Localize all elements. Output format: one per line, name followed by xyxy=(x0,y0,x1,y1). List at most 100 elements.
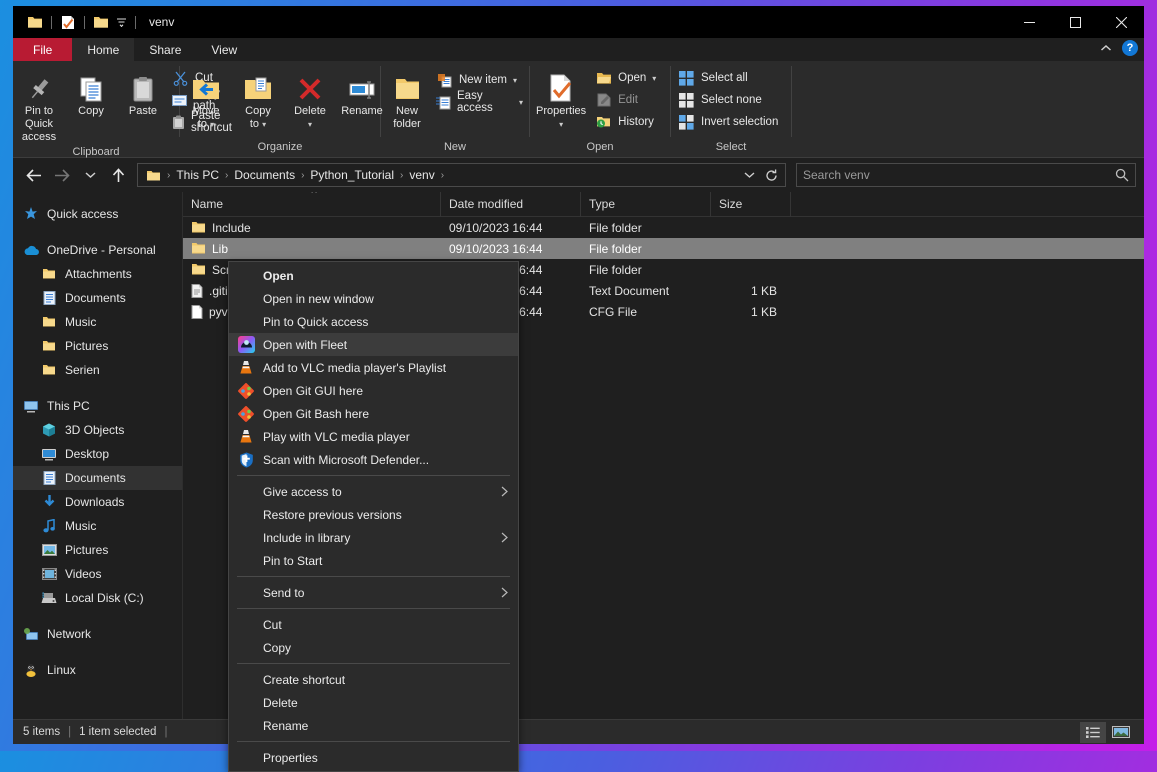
tab-home[interactable]: Home xyxy=(72,38,135,61)
details-view-icon[interactable] xyxy=(1080,721,1106,743)
tab-share[interactable]: Share xyxy=(134,38,196,61)
column-header-name[interactable]: Name xyxy=(183,192,441,217)
context-menu-item-pin-to-start[interactable]: Pin to Start xyxy=(229,549,518,572)
pin-to-quick-access-button[interactable]: Pin to Quick access xyxy=(13,66,65,146)
status-bar: 5 items | 1 item selected | xyxy=(13,719,1144,744)
copy-button[interactable]: Copy xyxy=(65,66,117,120)
sidebar-item-onedrive-pictures[interactable]: Pictures xyxy=(13,334,182,358)
back-arrow-icon[interactable] xyxy=(21,162,47,188)
sidebar-item-onedrive-music[interactable]: Music xyxy=(13,310,182,334)
sidebar-item-desktop[interactable]: Desktop xyxy=(13,442,182,466)
recent-locations-icon[interactable] xyxy=(77,162,103,188)
large-icons-view-icon[interactable] xyxy=(1108,722,1134,743)
context-menu-item-rename[interactable]: Rename xyxy=(229,714,518,737)
caret-down-icon[interactable]: ▾ xyxy=(308,118,312,131)
open-button[interactable]: Open ▾ xyxy=(592,67,662,89)
search-box[interactable] xyxy=(796,163,1136,187)
context-menu-item-open-git-bash-here[interactable]: Open Git Bash here xyxy=(229,402,518,425)
tab-file[interactable]: File xyxy=(13,38,73,61)
sidebar-item-network[interactable]: Network xyxy=(13,622,182,646)
tab-view[interactable]: View xyxy=(196,38,252,61)
select-all-button[interactable]: Select all xyxy=(675,67,784,89)
context-menu-item-play-with-vlc[interactable]: Play with VLC media player xyxy=(229,425,518,448)
up-arrow-icon[interactable] xyxy=(105,162,131,188)
table-row[interactable]: Lib 09/10/2023 16:44 File folder xyxy=(183,238,1144,259)
context-menu-item-copy[interactable]: Copy xyxy=(229,636,518,659)
caret-down-icon[interactable]: ▾ xyxy=(652,74,656,83)
context-menu-item-pin-to-quick-access[interactable]: Pin to Quick access xyxy=(229,310,518,333)
help-icon[interactable]: ? xyxy=(1122,40,1138,56)
sidebar-item-quick-access[interactable]: Quick access xyxy=(13,202,182,226)
easy-access-button[interactable]: Easy access ▾ xyxy=(433,90,529,114)
context-menu-item-cut[interactable]: Cut xyxy=(229,613,518,636)
maximize-icon[interactable] xyxy=(1052,6,1098,38)
breadcrumb-item-venv[interactable]: venv xyxy=(405,166,438,184)
sidebar-item-onedrive-personal[interactable]: OneDrive - Personal xyxy=(13,238,182,262)
new-folder-button[interactable]: New folder xyxy=(381,66,433,133)
context-menu-item-open-git-gui-here[interactable]: Open Git GUI here xyxy=(229,379,518,402)
caret-down-icon[interactable]: ▾ xyxy=(210,120,214,129)
customize-caret-icon[interactable] xyxy=(112,11,130,33)
breadcrumb[interactable]: › This PC › Documents › Python_Tutorial … xyxy=(137,163,786,187)
sidebar-item-onedrive-documents[interactable]: Documents xyxy=(13,286,182,310)
breadcrumb-item-this-pc[interactable]: This PC xyxy=(172,166,223,184)
close-icon[interactable] xyxy=(1098,6,1144,38)
table-row[interactable]: Include 09/10/2023 16:44 File folder xyxy=(183,217,1144,238)
sidebar-item-linux[interactable]: Linux xyxy=(13,658,182,682)
refresh-icon[interactable] xyxy=(761,164,781,186)
context-menu-item-send-to[interactable]: Send to xyxy=(229,581,518,604)
item-count-label: 5 items xyxy=(23,726,61,738)
forward-arrow-icon[interactable] xyxy=(49,162,75,188)
folder-icon[interactable] xyxy=(24,11,46,33)
sidebar-item-3d-objects[interactable]: 3D Objects xyxy=(13,418,182,442)
new-item-button[interactable]: New item ▾ xyxy=(433,69,529,91)
sidebar-item-pictures[interactable]: Pictures xyxy=(13,538,182,562)
context-menu-item-include-in-library[interactable]: Include in library xyxy=(229,526,518,549)
select-none-button[interactable]: Select none xyxy=(675,89,784,111)
invert-selection-button[interactable]: Invert selection xyxy=(675,111,784,133)
chevron-down-icon[interactable] xyxy=(739,164,759,186)
search-icon[interactable] xyxy=(1115,168,1129,182)
breadcrumb-root-folder-icon[interactable] xyxy=(142,167,165,184)
context-menu-item-open-in-new-window[interactable]: Open in new window xyxy=(229,287,518,310)
context-menu-item-restore-previous-versions[interactable]: Restore previous versions xyxy=(229,503,518,526)
minimize-icon[interactable] xyxy=(1006,6,1052,38)
copy-to-button[interactable]: Copy to ▾ xyxy=(232,66,284,133)
caret-down-icon[interactable]: ▾ xyxy=(513,76,517,85)
caret-down-icon[interactable]: ▾ xyxy=(559,118,563,131)
caret-down-icon[interactable]: ▾ xyxy=(519,98,523,107)
search-input[interactable] xyxy=(803,168,1115,182)
paste-button[interactable]: Paste xyxy=(117,66,169,120)
properties-button[interactable]: Properties ▾ xyxy=(530,66,592,133)
sidebar-label: Downloads xyxy=(65,495,125,509)
context-menu-item-delete[interactable]: Delete xyxy=(229,691,518,714)
caret-down-icon[interactable]: ▾ xyxy=(262,120,266,129)
context-menu-item-scan-with-microsoft-defender[interactable]: Scan with Microsoft Defender... xyxy=(229,448,518,471)
move-to-button[interactable]: Move to ▾ xyxy=(180,66,232,133)
sidebar-item-videos[interactable]: Videos xyxy=(13,562,182,586)
breadcrumb-item-python-tutorial[interactable]: Python_Tutorial xyxy=(306,166,398,184)
context-menu-item-create-shortcut[interactable]: Create shortcut xyxy=(229,668,518,691)
sidebar-item-serien[interactable]: Serien xyxy=(13,358,182,382)
chevron-up-icon[interactable] xyxy=(1100,44,1112,52)
context-menu-item-give-access-to[interactable]: Give access to xyxy=(229,480,518,503)
history-button[interactable]: History xyxy=(592,111,662,133)
sidebar-item-documents[interactable]: Documents xyxy=(13,466,182,490)
context-menu[interactable]: Open Open in new window Pin to Quick acc… xyxy=(228,261,519,772)
context-menu-item-add-to-vlc-playlist[interactable]: Add to VLC media player's Playlist xyxy=(229,356,518,379)
sidebar-item-music[interactable]: Music xyxy=(13,514,182,538)
sidebar-item-attachments[interactable]: Attachments xyxy=(13,262,182,286)
column-header-size[interactable]: Size xyxy=(711,192,791,217)
new-folder-icon[interactable] xyxy=(90,11,112,33)
context-menu-item-open[interactable]: Open xyxy=(229,264,518,287)
sidebar-item-local-disk-c[interactable]: Local Disk (C:) xyxy=(13,586,182,610)
sidebar-item-this-pc[interactable]: This PC xyxy=(13,394,182,418)
sidebar-item-downloads[interactable]: Downloads xyxy=(13,490,182,514)
context-menu-item-open-with-fleet[interactable]: Open with Fleet xyxy=(229,333,518,356)
column-header-type[interactable]: Type xyxy=(581,192,711,217)
delete-button[interactable]: Delete ▾ xyxy=(284,66,336,133)
column-header-date-modified[interactable]: Date modified xyxy=(441,192,581,217)
properties-icon[interactable] xyxy=(57,11,79,33)
context-menu-item-properties[interactable]: Properties xyxy=(229,746,518,769)
breadcrumb-item-documents[interactable]: Documents xyxy=(230,166,299,184)
